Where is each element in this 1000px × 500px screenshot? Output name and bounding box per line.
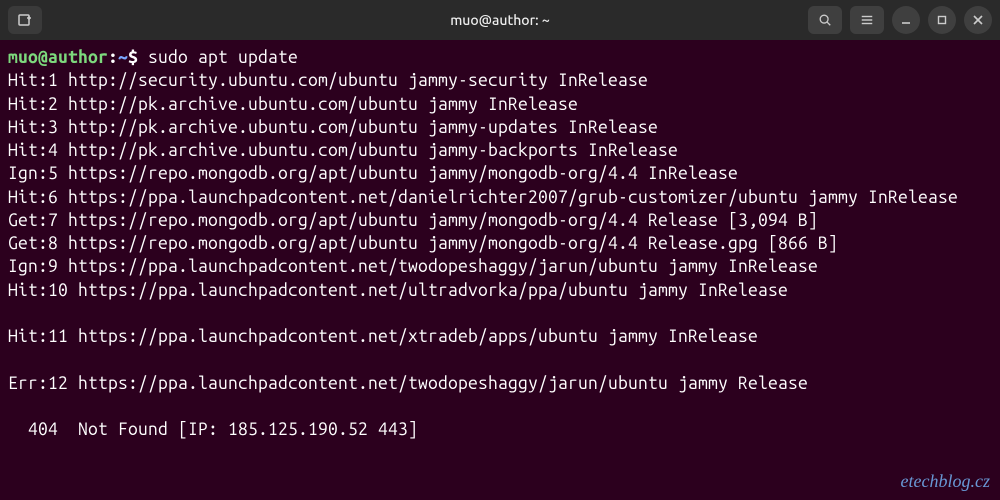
minimize-icon <box>900 14 912 26</box>
window-title: muo@author: ~ <box>450 12 550 28</box>
maximize-button[interactable] <box>928 6 956 34</box>
new-tab-icon <box>17 12 33 28</box>
terminal-body[interactable]: muo@author:~$ sudo apt update Hit:1 http… <box>0 40 1000 448</box>
menu-icon <box>860 13 874 27</box>
prompt-user-host: muo@author <box>8 48 108 67</box>
search-button[interactable] <box>808 6 842 34</box>
titlebar-left-controls <box>8 6 42 34</box>
minimize-button[interactable] <box>892 6 920 34</box>
titlebar-right-controls <box>808 6 992 34</box>
prompt-path: ~ <box>118 48 128 67</box>
terminal-output: Hit:1 http://security.ubuntu.com/ubuntu … <box>8 71 958 439</box>
close-icon <box>972 14 984 26</box>
command-text: sudo apt update <box>148 48 298 67</box>
prompt-colon: : <box>108 48 118 67</box>
search-icon <box>818 13 832 27</box>
prompt-dollar: $ <box>128 48 138 67</box>
maximize-icon <box>936 14 948 26</box>
close-button[interactable] <box>964 6 992 34</box>
titlebar: muo@author: ~ <box>0 0 1000 40</box>
new-tab-button[interactable] <box>8 6 42 34</box>
watermark-text: etechblog.cz <box>901 471 990 492</box>
menu-button[interactable] <box>850 6 884 34</box>
